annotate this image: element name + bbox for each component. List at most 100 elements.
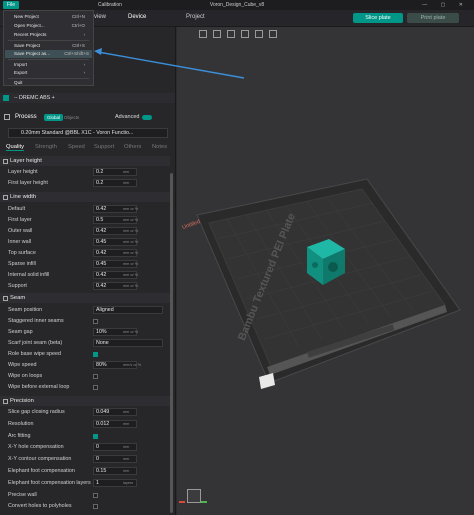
value-input[interactable]: 0.15 xyxy=(93,467,137,475)
row-label: Seam position xyxy=(8,307,43,313)
row-label: X-Y contour compensation xyxy=(8,456,72,463)
build-plate-canvas[interactable] xyxy=(177,27,474,515)
menu-quit[interactable]: Quit xyxy=(14,80,22,85)
row-label: Support xyxy=(8,283,27,289)
file-menu: New Project Ctrl+N Open Project... Ctrl+… xyxy=(3,10,94,86)
line-width-icon xyxy=(3,195,8,200)
checkbox[interactable] xyxy=(93,504,98,510)
tab-device[interactable]: Device xyxy=(128,14,146,20)
filament-color-swatch[interactable] xyxy=(3,95,9,101)
value-select[interactable]: None xyxy=(93,339,163,347)
tab-quality[interactable]: Quality xyxy=(6,144,25,151)
checkbox[interactable] xyxy=(93,374,98,379)
unit-label: mm or % xyxy=(123,229,139,233)
param-tabs: Quality Strength Speed Support Others No… xyxy=(0,144,175,154)
global-toggle[interactable]: Global xyxy=(44,114,64,121)
value-select[interactable]: Aligned xyxy=(93,306,163,314)
unit-label: mm/s or % xyxy=(123,363,142,367)
chevron-right-icon: › xyxy=(83,32,85,37)
row-label: First layer height xyxy=(8,180,48,186)
layer-height-input[interactable]: 0.2 xyxy=(93,168,137,176)
row-label: Slice gap closing radius xyxy=(8,409,65,415)
unit-label: mm xyxy=(123,469,130,473)
settings-sidebar: -- DREMC ABS + Process Global Objects Ad… xyxy=(0,27,176,515)
unit-label: mm or % xyxy=(123,207,139,211)
tab-support[interactable]: Support xyxy=(94,144,114,150)
y-axis-icon xyxy=(201,501,207,503)
row-label: Convert holes to polyholes xyxy=(8,503,72,510)
section-title: Layer height xyxy=(10,158,42,164)
section-layer-height: Layer height xyxy=(0,156,170,166)
title-bar: File Calibration Voron_Design_Cube_v8 — … xyxy=(0,0,474,10)
tab-project[interactable]: Project xyxy=(186,14,205,20)
row-label: Arc fitting xyxy=(8,432,31,439)
row-label: Wipe speed xyxy=(8,362,37,368)
unit-label: mm or % xyxy=(123,273,139,277)
process-header: Process Global Objects Advanced xyxy=(0,112,175,124)
chevron-right-icon: › xyxy=(83,62,85,67)
process-preset-select[interactable]: 0.20mm Standard @BBL X1C - Voron Functio… xyxy=(8,128,168,138)
tab-speed[interactable]: Speed xyxy=(68,144,85,150)
precision-icon xyxy=(3,399,8,404)
unit-label: mm or % xyxy=(123,251,139,255)
checkbox[interactable] xyxy=(93,319,98,324)
checkbox[interactable] xyxy=(93,492,98,498)
row-label: Seam gap xyxy=(8,329,33,335)
checkbox[interactable] xyxy=(93,352,98,357)
value-input[interactable]: 0 xyxy=(93,455,137,464)
view-cube[interactable] xyxy=(179,487,209,511)
3d-viewport[interactable]: Untitled Bambu Textured PEI Plate xyxy=(177,27,474,515)
process-icon xyxy=(4,114,10,120)
menu-recent-projects[interactable]: Recent Projects xyxy=(14,32,46,37)
checkbox[interactable] xyxy=(93,385,98,390)
x-axis-icon xyxy=(179,501,185,503)
section-line-width: Line width xyxy=(0,192,170,202)
sidebar-scrollbar[interactable] xyxy=(170,173,173,513)
advanced-toggle[interactable] xyxy=(142,115,152,120)
row-label: First layer xyxy=(8,217,32,223)
value-input[interactable]: 0.049 xyxy=(93,408,137,416)
process-title: Process xyxy=(15,114,37,120)
row-label: Default xyxy=(8,206,26,212)
row-label: Sparse infill xyxy=(8,261,36,267)
shortcut: Ctrl+N xyxy=(71,14,85,19)
window-controls[interactable]: — ▢ ✕ xyxy=(422,2,469,8)
shortcut: Ctrl+Shift+S xyxy=(64,51,89,56)
filament-select[interactable]: -- DREMC ABS + xyxy=(14,95,55,101)
tab-prepare[interactable]: view xyxy=(94,14,106,20)
unit-label: mm xyxy=(123,457,130,462)
print-plate-button[interactable]: Print plate xyxy=(407,13,459,23)
row-label: Outer wall xyxy=(8,228,33,234)
menu-save-project[interactable]: Save Project xyxy=(14,43,40,48)
checkbox[interactable] xyxy=(93,433,98,439)
unit-label: mm or % xyxy=(123,284,139,288)
tab-others[interactable]: Others xyxy=(124,144,141,150)
row-label: Role base wipe speed xyxy=(8,351,62,357)
row-label: Resolution xyxy=(8,420,34,427)
unit-label: mm xyxy=(123,170,130,174)
row-label: Wipe before external loop xyxy=(8,384,70,390)
row-label: Layer height xyxy=(8,169,38,175)
row-label: Staggered inner seams xyxy=(8,318,64,324)
section-title: Line width xyxy=(10,194,37,200)
tab-strength[interactable]: Strength xyxy=(35,144,57,150)
unit-label: layers xyxy=(123,480,134,485)
menu-new-project[interactable]: New Project xyxy=(14,14,39,19)
section-title: Seam xyxy=(10,295,26,301)
tab-notes[interactable]: Notes xyxy=(152,144,167,150)
slice-plate-button[interactable]: Slice plate xyxy=(353,13,403,23)
menu-import[interactable]: Import xyxy=(14,62,27,67)
window-title: Voron_Design_Cube_v8 xyxy=(209,2,265,8)
section-title: Precision xyxy=(10,398,34,404)
menu-export[interactable]: Export xyxy=(14,70,27,75)
value-input[interactable]: 0.012 xyxy=(93,419,137,428)
value-input[interactable]: 0 xyxy=(93,443,137,452)
layers-icon xyxy=(3,159,8,164)
first-layer-height-input[interactable]: 0.2 xyxy=(93,179,137,187)
section-seam: Seam xyxy=(0,293,170,303)
unit-label: mm or % xyxy=(123,330,139,334)
menu-open-project[interactable]: Open Project... xyxy=(14,23,45,28)
objects-toggle[interactable]: Objects xyxy=(64,115,79,120)
menu-save-project-as[interactable]: Save Project as... xyxy=(14,51,50,56)
section-precision: Precision xyxy=(0,396,170,406)
